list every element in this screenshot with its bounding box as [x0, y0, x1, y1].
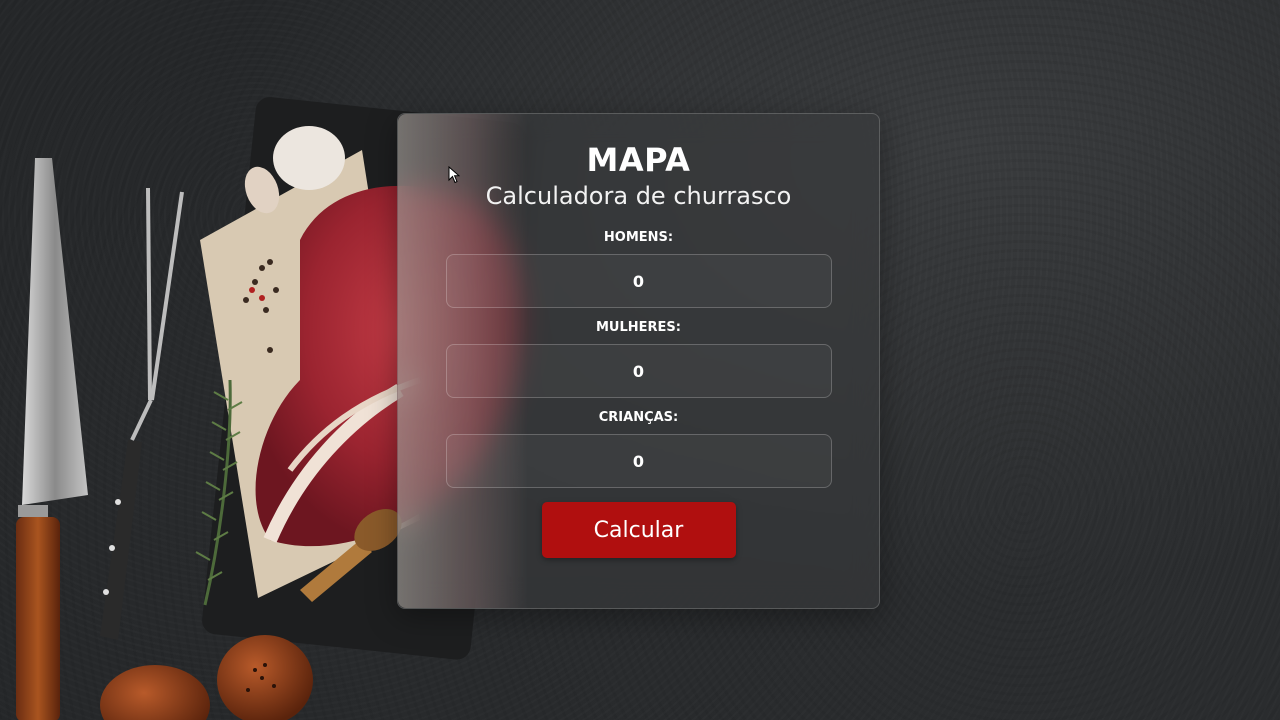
page-background: MAPA Calculadora de churrasco HOMENS: MU… [0, 0, 1280, 720]
men-field-group: HOMENS: [398, 228, 879, 308]
fork-icon [130, 187, 184, 441]
calculator-card: MAPA Calculadora de churrasco HOMENS: MU… [397, 113, 880, 609]
page-subtitle: Calculadora de churrasco [485, 182, 792, 210]
women-label: MULHERES: [596, 320, 681, 335]
mouse-cursor-icon [448, 166, 460, 184]
children-label: CRIANÇAS: [598, 410, 679, 425]
men-input[interactable] [445, 254, 832, 308]
children-field-group: CRIANÇAS: [398, 408, 879, 488]
children-input[interactable] [445, 434, 832, 488]
women-input[interactable] [445, 344, 832, 398]
calculate-button[interactable]: Calcular [541, 502, 736, 558]
women-field-group: MULHERES: [398, 318, 879, 398]
men-label: HOMENS: [603, 230, 674, 245]
knife-icon [16, 158, 88, 720]
page-title: MAPA [586, 141, 691, 179]
